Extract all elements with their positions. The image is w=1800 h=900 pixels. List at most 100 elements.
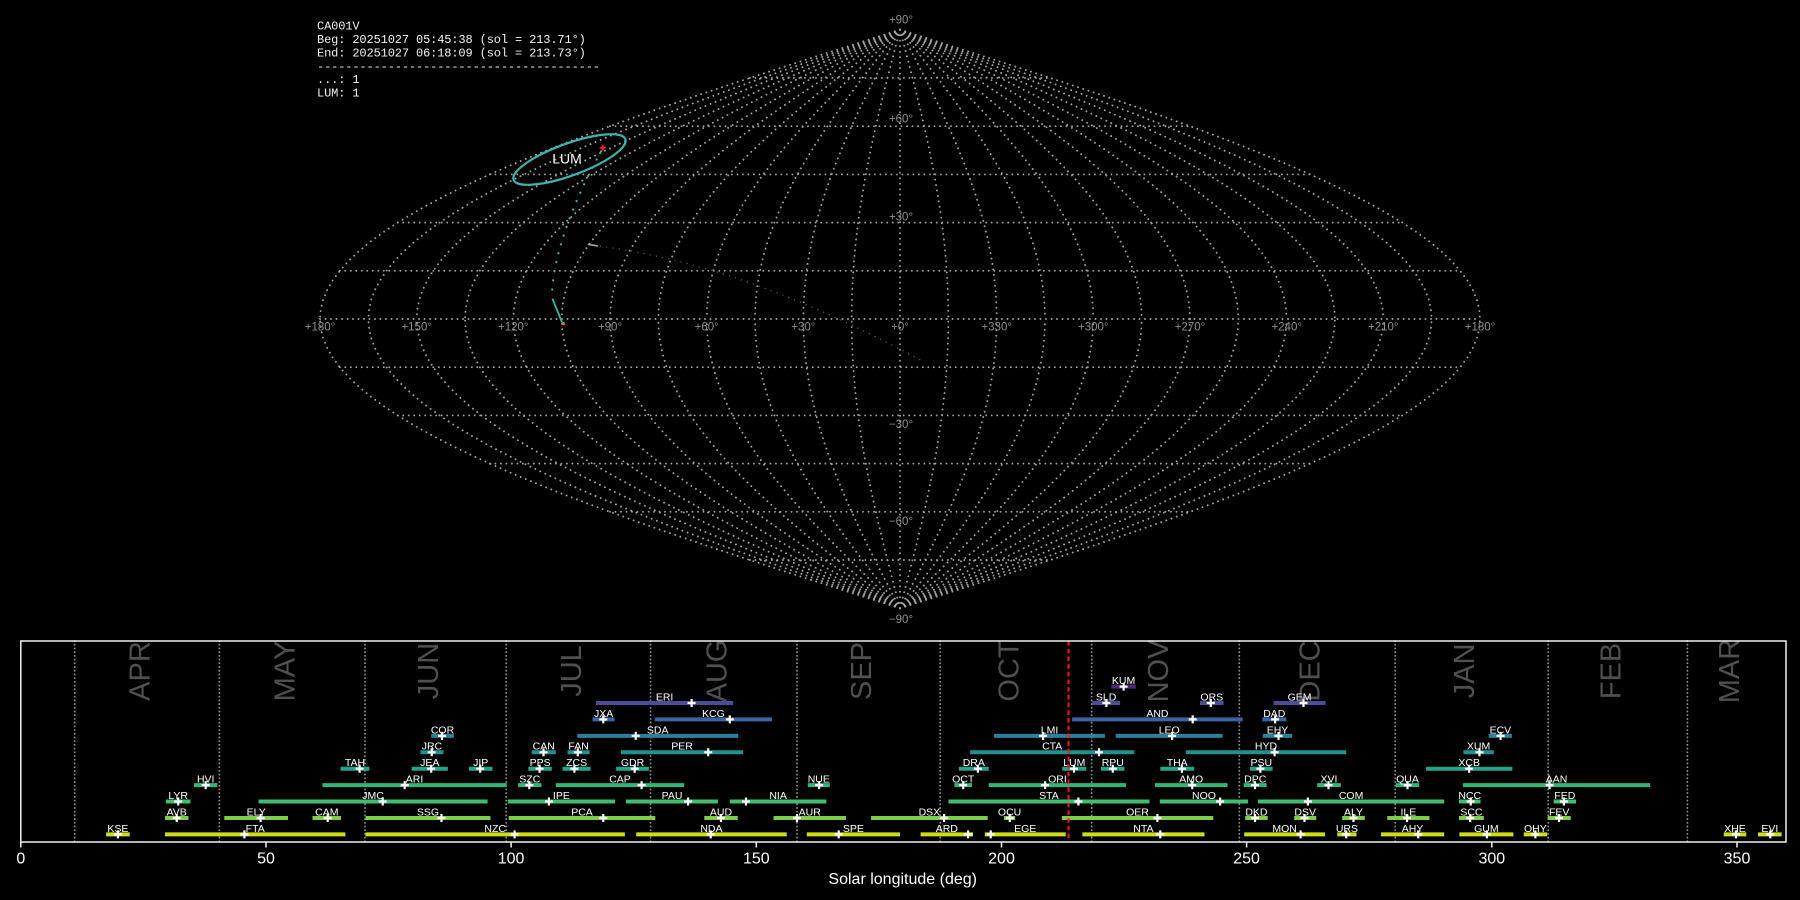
svg-text:+270°: +270° xyxy=(1175,322,1206,334)
svg-text:FTA: FTA xyxy=(246,823,265,835)
svg-text:SPE: SPE xyxy=(843,823,864,835)
svg-text:HVI: HVI xyxy=(197,774,215,786)
svg-text:Beg: 20251027 05:45:38 (sol =: Beg: 20251027 05:45:38 (sol = 213.71°) xyxy=(317,33,586,47)
svg-text:LYR: LYR xyxy=(168,790,188,802)
svg-text:NCC: NCC xyxy=(1458,790,1481,802)
svg-text:+60°: +60° xyxy=(695,322,719,334)
svg-text:ILE: ILE xyxy=(1401,806,1417,818)
svg-text:XVI: XVI xyxy=(1321,774,1338,786)
svg-text:AVB: AVB xyxy=(167,806,187,818)
svg-text:GDR: GDR xyxy=(621,757,645,769)
svg-text:PCA: PCA xyxy=(571,806,593,818)
svg-text:NOO: NOO xyxy=(1192,790,1216,802)
svg-text:THA: THA xyxy=(1167,757,1188,769)
svg-text:CAM: CAM xyxy=(315,806,338,818)
svg-text:NIA: NIA xyxy=(769,790,787,802)
svg-text:...: 1: ...: 1 xyxy=(317,73,359,87)
svg-text:AMO: AMO xyxy=(1179,774,1203,786)
svg-text:AAN: AAN xyxy=(1546,774,1568,786)
svg-text:CAP: CAP xyxy=(609,774,631,786)
svg-text:SZC: SZC xyxy=(519,774,540,786)
svg-text:CTA: CTA xyxy=(1042,741,1062,753)
svg-text:ARI: ARI xyxy=(406,774,424,786)
svg-text:AUD: AUD xyxy=(710,806,733,818)
svg-text:ORS: ORS xyxy=(1200,691,1223,703)
svg-text:COR: COR xyxy=(431,724,455,736)
svg-text:DSV: DSV xyxy=(1294,806,1316,818)
svg-text:DSX: DSX xyxy=(919,806,941,818)
svg-text:RPU: RPU xyxy=(1102,757,1124,769)
svg-text:−60°: −60° xyxy=(889,516,913,528)
svg-text:NTA: NTA xyxy=(1133,823,1153,835)
svg-text:+210°: +210° xyxy=(1368,322,1399,334)
svg-text:JIP: JIP xyxy=(473,757,488,769)
svg-text:+90°: +90° xyxy=(889,15,913,27)
svg-text:NOV: NOV xyxy=(1143,639,1175,703)
svg-text:ORI: ORI xyxy=(1048,774,1067,786)
svg-text:LUM: LUM xyxy=(1063,757,1085,769)
svg-text:50: 50 xyxy=(257,851,275,868)
svg-text:COM: COM xyxy=(1339,790,1364,802)
svg-text:+30°: +30° xyxy=(889,212,913,224)
svg-text:AND: AND xyxy=(1146,708,1169,720)
svg-text:ARD: ARD xyxy=(936,823,959,835)
svg-text:+300°: +300° xyxy=(1078,322,1109,334)
svg-text:AHY: AHY xyxy=(1402,823,1424,835)
svg-text:LEO: LEO xyxy=(1159,724,1180,736)
svg-text:200: 200 xyxy=(988,851,1015,868)
svg-text:FAN: FAN xyxy=(568,741,588,753)
svg-text:+90°: +90° xyxy=(598,322,622,334)
svg-text:FEB: FEB xyxy=(1595,643,1627,699)
svg-text:KUM: KUM xyxy=(1112,675,1135,687)
svg-text:KCG: KCG xyxy=(702,708,725,720)
svg-text:100: 100 xyxy=(498,851,525,868)
svg-text:STA: STA xyxy=(1039,790,1059,802)
svg-text:DPC: DPC xyxy=(1244,774,1267,786)
svg-text:NZC: NZC xyxy=(484,823,506,835)
svg-text:DRA: DRA xyxy=(963,757,985,769)
svg-text:XHE: XHE xyxy=(1724,823,1746,835)
svg-text:PER: PER xyxy=(671,741,693,753)
svg-text:LUM: LUM xyxy=(552,151,582,167)
svg-text:ERI: ERI xyxy=(656,691,674,703)
svg-text:IPE: IPE xyxy=(553,790,570,802)
svg-text:+180°: +180° xyxy=(305,322,336,334)
svg-text:+120°: +120° xyxy=(498,322,529,334)
svg-text:+150°: +150° xyxy=(401,322,432,334)
svg-text:+240°: +240° xyxy=(1271,322,1302,334)
svg-text:CA001V: CA001V xyxy=(317,20,360,34)
svg-text:ZCS: ZCS xyxy=(566,757,587,769)
svg-text:FED: FED xyxy=(1554,790,1575,802)
svg-text:GUM: GUM xyxy=(1474,823,1499,835)
svg-text:OCT: OCT xyxy=(993,640,1025,702)
svg-text:EGE: EGE xyxy=(1014,823,1036,835)
svg-text:CAN: CAN xyxy=(533,741,555,753)
svg-text:150: 150 xyxy=(743,851,770,868)
svg-text:−90°: −90° xyxy=(889,614,913,626)
svg-text:TAH: TAH xyxy=(345,757,365,769)
svg-text:+0°: +0° xyxy=(891,322,909,334)
svg-text:JRC: JRC xyxy=(422,741,443,753)
svg-text:SSG: SSG xyxy=(417,806,439,818)
svg-text:OCT: OCT xyxy=(952,774,975,786)
svg-text:LUM: 1: LUM: 1 xyxy=(317,87,359,101)
svg-text:PAU: PAU xyxy=(662,790,683,802)
svg-text:QUA: QUA xyxy=(1396,774,1419,786)
svg-text:SCC: SCC xyxy=(1460,806,1483,818)
svg-text:LMI: LMI xyxy=(1041,724,1059,736)
svg-text:OCU: OCU xyxy=(998,806,1021,818)
svg-text:NDA: NDA xyxy=(700,823,722,835)
svg-text:JAN: JAN xyxy=(1449,644,1481,699)
svg-text:AUR: AUR xyxy=(799,806,822,818)
svg-text:APR: APR xyxy=(125,641,157,701)
svg-text:SDA: SDA xyxy=(647,724,669,736)
svg-text:NUE: NUE xyxy=(808,774,830,786)
svg-text:SLD: SLD xyxy=(1096,691,1117,703)
svg-text:EVI: EVI xyxy=(1761,823,1778,835)
svg-text:EHY: EHY xyxy=(1267,724,1289,736)
svg-text:End: 20251027 06:18:09 (sol =: End: 20251027 06:18:09 (sol = 213.73°) xyxy=(317,46,586,60)
svg-text:−30°: −30° xyxy=(889,419,913,431)
svg-text:KSE: KSE xyxy=(107,823,128,835)
svg-text:MAR: MAR xyxy=(1714,639,1746,703)
svg-text:FEV: FEV xyxy=(1549,806,1569,818)
